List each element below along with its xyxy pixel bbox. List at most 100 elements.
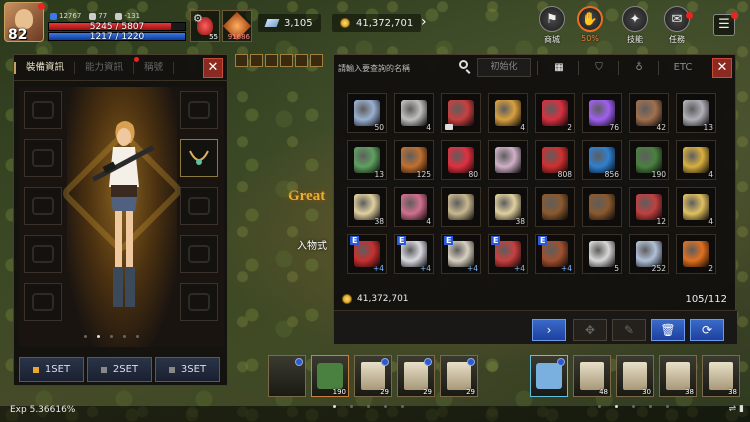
equipment-set-selector: 1SET 2SET 3SET (19, 357, 220, 382)
inventory-slot[interactable] (441, 93, 481, 133)
inventory-slot[interactable]: 4 (488, 93, 528, 133)
slot-armor[interactable] (24, 139, 62, 177)
inventory-slot[interactable]: E +4 (535, 234, 575, 274)
inventory-slot[interactable]: 4 (676, 140, 716, 180)
buff-icon[interactable] (295, 54, 308, 67)
inventory-slot[interactable]: 190 (629, 140, 669, 180)
inventory-slot[interactable]: 808 (535, 140, 575, 180)
trash-button[interactable]: 🗑 (651, 319, 685, 341)
slot-gloves[interactable] (24, 187, 62, 225)
set-2-button[interactable]: 2SET (87, 357, 152, 382)
inventory-slot[interactable]: 125 (394, 140, 434, 180)
inventory-slot[interactable]: 252 (629, 234, 669, 274)
sort-refresh-button[interactable]: ⟳ (690, 319, 724, 341)
item-quantity: 38 (515, 217, 525, 226)
inventory-slot[interactable]: 13 (347, 140, 387, 180)
slot-necklace[interactable] (180, 139, 218, 177)
reset-button[interactable]: 初始化 (477, 58, 531, 77)
inventory-slot[interactable] (582, 187, 622, 227)
inventory-slot[interactable] (488, 140, 528, 180)
buff-icon[interactable] (235, 54, 248, 67)
hotbar-slot[interactable]: 29 (440, 355, 478, 397)
inventory-grid: 50 4 4 2 76 42 13 13 125 80 808 856 190 4 38 4 38 12 4 E +4 E… (347, 93, 716, 274)
set-1-button[interactable]: 1SET (19, 357, 84, 382)
shop-button[interactable]: ⚑ 商城 (535, 6, 569, 45)
item-search-input[interactable] (338, 58, 473, 78)
inventory-slot[interactable] (441, 187, 481, 227)
item-quantity: 808 (557, 170, 572, 179)
equipment-tabs: 裝備資訊 能力資訊 稱號 (14, 55, 229, 81)
slot-boots[interactable] (24, 235, 62, 273)
stat-defense: 77 (89, 12, 107, 20)
hotbar-slot[interactable]: 30 (616, 355, 654, 397)
inventory-slot[interactable] (535, 187, 575, 227)
item-quantity: 125 (416, 170, 431, 179)
item-icon (448, 100, 474, 126)
hotbar-slot[interactable]: 38 (659, 355, 697, 397)
expand-arrow-icon[interactable]: › (421, 14, 427, 30)
next-page-button[interactable]: › (532, 319, 566, 341)
inventory-slot[interactable]: 2 (676, 234, 716, 274)
inventory-slot[interactable]: 12 (629, 187, 669, 227)
inventory-slot[interactable]: 38 (347, 187, 387, 227)
filter-all-icon[interactable]: ▦ (544, 59, 574, 77)
buff-icon[interactable] (280, 54, 293, 67)
event-button[interactable]: ✋ 50% (573, 6, 607, 43)
search-icon[interactable] (459, 60, 468, 69)
slot-belt[interactable] (24, 283, 62, 321)
hotbar-slot[interactable]: 29 (397, 355, 435, 397)
hotbar-slot[interactable]: 38 (702, 355, 740, 397)
buff-icon[interactable] (250, 54, 263, 67)
slot-earring[interactable] (180, 187, 218, 225)
hp-bar: 5245 / 5807 (48, 22, 186, 32)
slot-ring-2[interactable] (180, 283, 218, 321)
inventory-slot[interactable]: 5 (582, 234, 622, 274)
move-icon[interactable]: ✥ (573, 319, 607, 341)
tab-equipment-info[interactable]: 裝備資訊 (14, 61, 76, 74)
inventory-slot[interactable]: E +4 (488, 234, 528, 274)
hotbar-slot[interactable]: 29 (354, 355, 392, 397)
close-equipment-button[interactable]: ✕ (203, 58, 223, 78)
gear-icon[interactable]: ⚙ (193, 12, 203, 25)
inventory-slot[interactable]: 4 (676, 187, 716, 227)
world-text: Great (288, 188, 326, 204)
inventory-slot[interactable]: E +4 (441, 234, 481, 274)
buff-icon[interactable] (310, 54, 323, 67)
inventory-slot[interactable]: E +4 (394, 234, 434, 274)
slot-helmet[interactable] (24, 91, 62, 129)
inventory-slot[interactable]: 76 (582, 93, 622, 133)
hotbar-slot[interactable]: 190 (311, 355, 349, 397)
inventory-gold: 41,372,701 (342, 294, 409, 304)
slot-cloak[interactable] (180, 91, 218, 129)
tab-title[interactable]: 稱號 (134, 61, 175, 74)
item-slot[interactable]: 91686 (222, 10, 252, 42)
enchant-badge: E (444, 236, 454, 245)
inventory-slot[interactable]: 13 (676, 93, 716, 133)
inventory-slot[interactable]: 856 (582, 140, 622, 180)
filter-potion-icon[interactable]: ♁ (624, 59, 654, 77)
slot-ring-1[interactable] (180, 235, 218, 273)
close-inventory-button[interactable]: ✕ (712, 58, 732, 78)
filter-etc-tab[interactable]: ETC (668, 59, 698, 77)
inventory-slot[interactable]: 50 (347, 93, 387, 133)
inventory-slot[interactable]: 42 (629, 93, 669, 133)
skills-button[interactable]: ✦ 技能 (618, 6, 652, 45)
inventory-slot[interactable]: 38 (488, 187, 528, 227)
stat-power: 12767 (50, 12, 81, 20)
inventory-slot[interactable]: E +4 (347, 234, 387, 274)
enchant-level: +4 (513, 264, 525, 273)
filter-armor-icon[interactable]: ⛉ (584, 59, 614, 77)
hotbar-slot[interactable]: 48 (573, 355, 611, 397)
hotbar-slot[interactable] (530, 355, 568, 397)
inventory-slot[interactable]: 2 (535, 93, 575, 133)
inventory-slot[interactable]: 4 (394, 93, 434, 133)
set-3-button[interactable]: 3SET (155, 357, 220, 382)
tab-ability-info[interactable]: 能力資訊 (75, 61, 135, 74)
stat-karma: -131 (115, 12, 140, 20)
favorite-pin-icon[interactable]: ✎ (612, 319, 646, 341)
buff-icon[interactable] (265, 54, 278, 67)
inventory-slot[interactable]: 80 (441, 140, 481, 180)
inventory-slot[interactable]: 4 (394, 187, 434, 227)
necklace-icon (189, 150, 209, 165)
hotbar-slot[interactable] (268, 355, 306, 397)
